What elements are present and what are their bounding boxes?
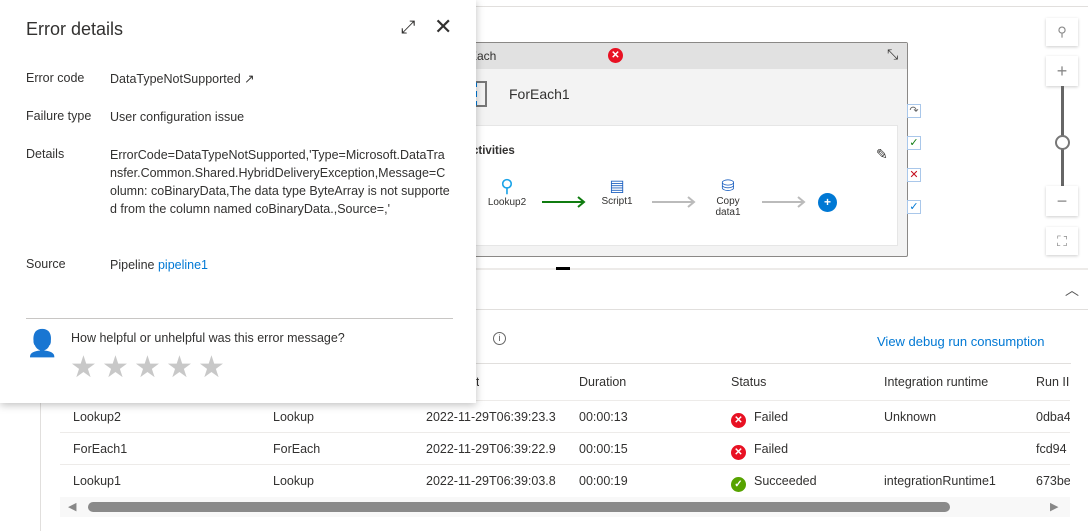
- error-details-panel: Error details ⤢ ✕ Error code DataTypeNot…: [0, 0, 476, 403]
- cell-start: 2022-11-29T06:39:23.3: [426, 410, 556, 424]
- external-link-icon: ↗: [244, 72, 255, 86]
- scroll-right-icon[interactable]: ▶: [1050, 500, 1058, 513]
- cell-start: 2022-11-29T06:39:03.8: [426, 474, 556, 488]
- close-icon[interactable]: ✕: [434, 14, 452, 40]
- star-2[interactable]: ★: [102, 350, 129, 385]
- column-run-id[interactable]: Run II: [1036, 375, 1070, 389]
- feedback-question: How helpful or unhelpful was this error …: [71, 331, 345, 345]
- database-icon: ⛁: [721, 178, 735, 195]
- output-divider: [476, 309, 1088, 310]
- search-icon: ⚲: [500, 176, 514, 196]
- activity-copy-data1[interactable]: ⛁ Copy data1: [703, 176, 753, 218]
- table-row[interactable]: Lookup1 Lookup 2022-11-29T06:39:03.8 00:00:…: [60, 464, 1070, 496]
- cell-runid: 0dba4: [1036, 410, 1070, 424]
- view-debug-run-consumption-link[interactable]: View debug run consumption: [877, 334, 1044, 349]
- column-status[interactable]: Status: [731, 375, 766, 389]
- star-4[interactable]: ★: [166, 350, 193, 385]
- activity-script1[interactable]: ▤ Script1: [592, 176, 642, 207]
- canvas-top-border: [476, 6, 1088, 7]
- chevron-up-icon[interactable]: ︿: [1065, 280, 1079, 300]
- star-5[interactable]: ★: [198, 350, 225, 385]
- cell-type: ForEach: [273, 442, 321, 456]
- horizontal-scrollbar[interactable]: ◀ ▶: [60, 497, 1070, 517]
- failure-x-icon[interactable]: ✕: [907, 168, 921, 182]
- pipeline-link[interactable]: pipeline1: [158, 258, 208, 272]
- cell-name: Lookup1: [73, 474, 121, 488]
- cell-name: Lookup2: [73, 410, 121, 424]
- collapse-icon[interactable]: ⤡: [887, 46, 898, 63]
- cell-name: ForEach1: [73, 442, 128, 456]
- failed-icon: ✕: [731, 413, 746, 428]
- scroll-left-icon[interactable]: ◀: [68, 500, 76, 513]
- activity-lookup2[interactable]: ⚲ Lookup2: [482, 176, 532, 208]
- cell-status: ✕ Failed: [731, 442, 788, 460]
- success-check-icon[interactable]: ✓: [907, 136, 921, 150]
- table-top-border: [476, 363, 1071, 364]
- foreach-container[interactable]: rEach ✕ ⤡ ForEach1 ctivities ✎ ⚲ Lookup2 …: [460, 42, 908, 257]
- skip-icon[interactable]: ↷: [907, 104, 921, 118]
- cell-start: 2022-11-29T06:39:22.9: [426, 442, 556, 456]
- edit-icon[interactable]: ✎: [876, 146, 888, 163]
- left-rail-divider: [40, 400, 41, 531]
- cell-duration: 00:00:15: [579, 442, 628, 456]
- table-row[interactable]: Lookup2 Lookup 2022-11-29T06:39:23.3 00:00:…: [60, 400, 1070, 432]
- star-1[interactable]: ★: [70, 350, 97, 385]
- info-icon[interactable]: i: [493, 332, 506, 345]
- cell-duration: 00:00:19: [579, 474, 628, 488]
- success-arrow: [542, 196, 586, 208]
- completion-check-icon[interactable]: ✓: [907, 200, 921, 214]
- cell-runid: fcd94: [1036, 442, 1067, 456]
- panel-title: Error details: [26, 19, 124, 39]
- foreach-header: rEach ✕ ⤡: [461, 43, 907, 69]
- column-integration-runtime[interactable]: Integration runtime: [884, 375, 988, 389]
- scrollbar-thumb[interactable]: [88, 502, 950, 512]
- foreach-name: ForEach1: [509, 86, 570, 102]
- zoom-in-button[interactable]: +: [1046, 56, 1078, 86]
- cell-ir: integrationRuntime1: [884, 474, 996, 488]
- cell-status: ✕ Failed: [731, 410, 788, 428]
- script-icon: ▤: [609, 178, 625, 195]
- error-code-link[interactable]: DataTypeNotSupported ↗: [110, 70, 255, 88]
- expand-icon[interactable]: ⤢: [401, 17, 415, 38]
- add-activity-button[interactable]: +: [818, 193, 837, 212]
- column-duration[interactable]: Duration: [579, 375, 626, 389]
- cell-ir: Unknown: [884, 410, 937, 424]
- arrow: [762, 196, 806, 208]
- activities-box: ctivities ✎ ⚲ Lookup2 ▤ Script1 ⛁ Copy data…: [471, 125, 898, 246]
- failed-icon: ✕: [731, 445, 746, 460]
- cell-runid: 673be: [1036, 474, 1070, 488]
- table-row[interactable]: ForEach1 ForEach 2022-11-29T06:39:22.9 00:0…: [60, 432, 1070, 464]
- feedback-divider: [26, 318, 453, 319]
- error-icon[interactable]: ✕: [608, 48, 623, 63]
- cell-status: ✓ Succeeded: [731, 474, 817, 492]
- feedback-person-icon: 👤: [26, 328, 59, 358]
- foreach-icon: [475, 81, 487, 107]
- success-icon: ✓: [731, 477, 746, 492]
- star-3[interactable]: ★: [134, 350, 161, 385]
- zoom-out-button[interactable]: −: [1046, 186, 1078, 216]
- search-button[interactable]: ⚲: [1046, 18, 1078, 46]
- zoom-slider-thumb[interactable]: [1055, 135, 1070, 150]
- cell-type: Lookup: [273, 410, 315, 424]
- arrow: [652, 196, 696, 208]
- cell-type: Lookup: [273, 474, 315, 488]
- resize-handle[interactable]: [556, 267, 570, 270]
- cell-duration: 00:00:13: [579, 410, 628, 424]
- fit-to-screen-button[interactable]: ⛶: [1046, 227, 1078, 255]
